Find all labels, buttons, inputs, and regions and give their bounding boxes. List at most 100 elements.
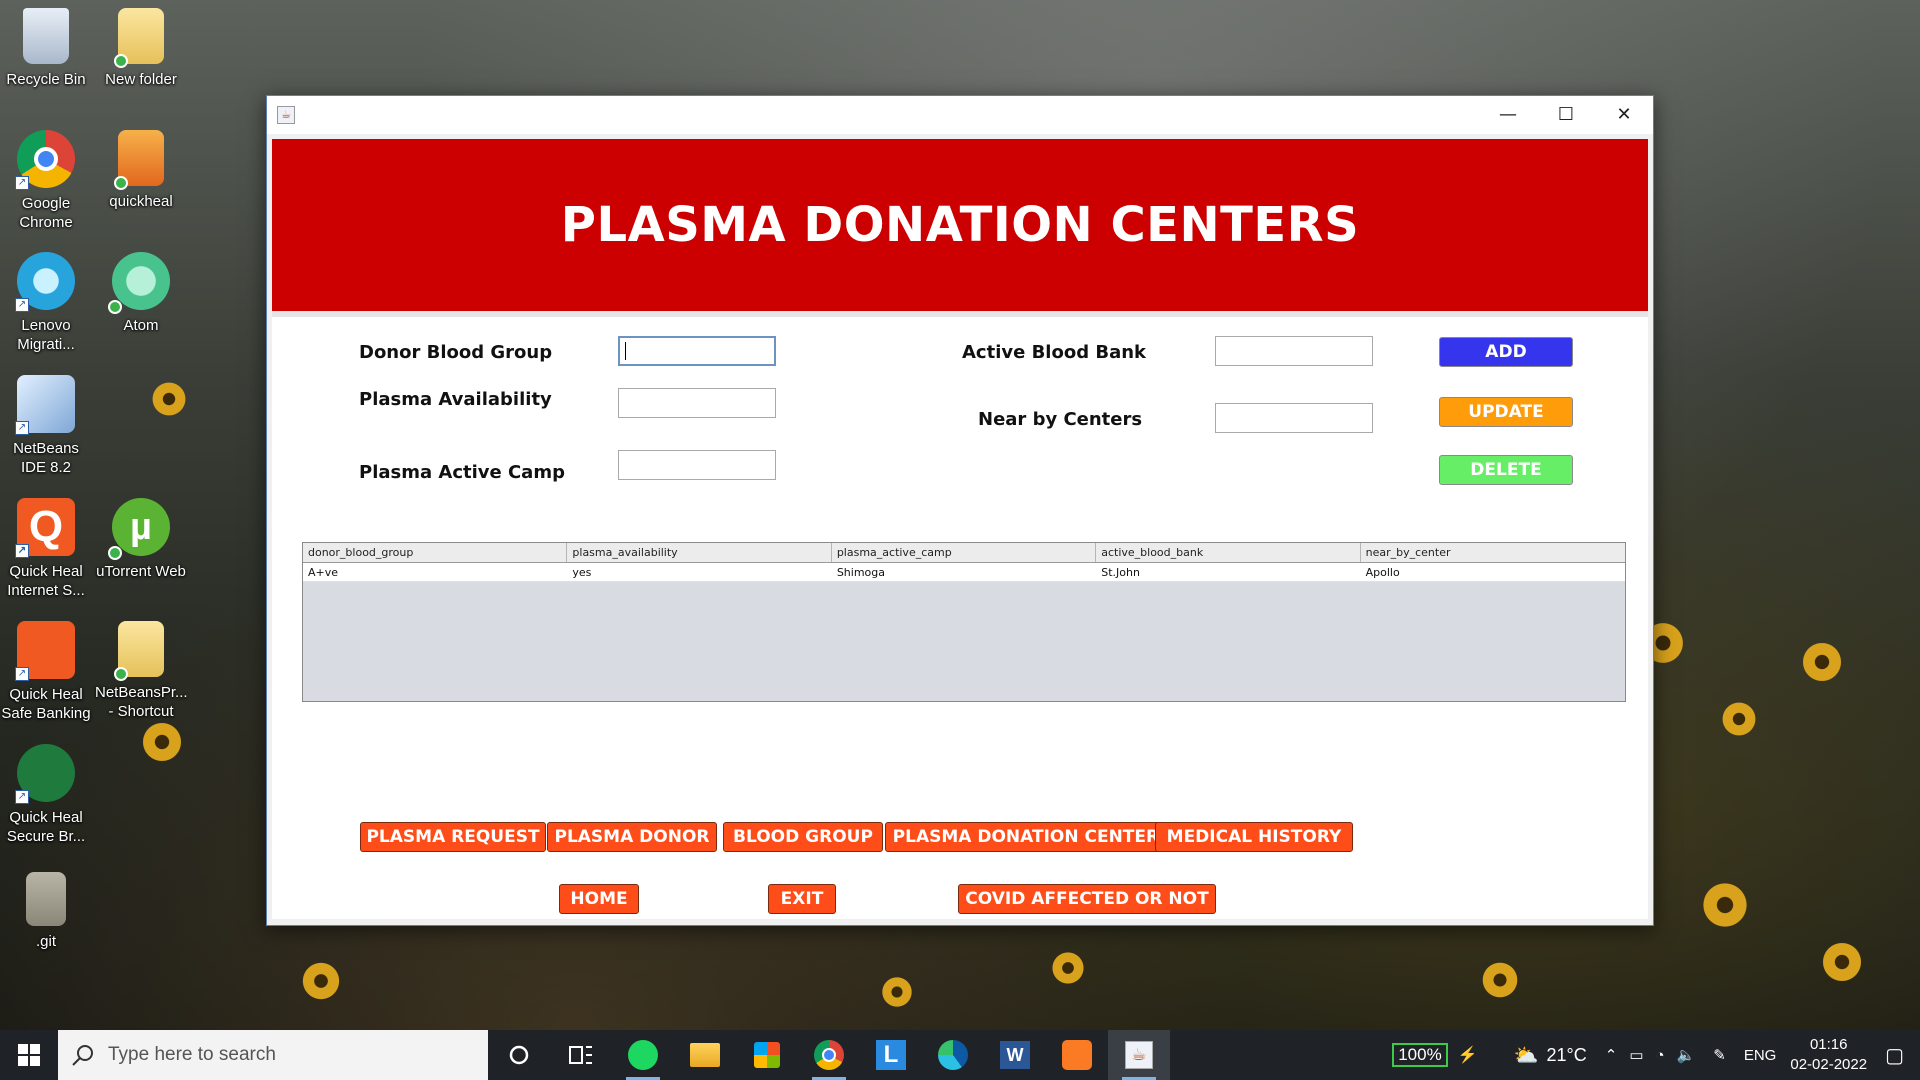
delete-button[interactable]: DELETE bbox=[1439, 455, 1573, 485]
column-header[interactable]: active_blood_bank bbox=[1096, 543, 1361, 562]
wallpaper-flower bbox=[1800, 640, 1844, 684]
charging-icon[interactable]: ⚡ bbox=[1458, 1045, 1478, 1065]
home-button[interactable]: HOME bbox=[559, 884, 639, 914]
search-icon bbox=[72, 1045, 93, 1066]
task-view-icon bbox=[569, 1046, 592, 1064]
cortana-icon bbox=[509, 1045, 529, 1065]
desktop-icon-quickheal-internet[interactable]: Q ↗ Quick Heal Internet S... bbox=[0, 498, 92, 600]
desktop-icon-quickheal-safe-banking[interactable]: ↗ Quick Heal Safe Banking bbox=[0, 621, 92, 723]
task-view-button[interactable] bbox=[550, 1030, 612, 1080]
desktop-icon-google-chrome[interactable]: ↗ Google Chrome bbox=[0, 130, 92, 232]
column-header[interactable]: donor_blood_group bbox=[303, 543, 568, 562]
clock[interactable]: 01:16 02-02-2022 bbox=[1790, 1035, 1867, 1075]
minimize-button[interactable]: — bbox=[1479, 96, 1537, 134]
desktop-icon-netbeans[interactable]: ↗ NetBeans IDE 8.2 bbox=[0, 375, 92, 477]
netbeans-icon: ↗ bbox=[15, 375, 75, 435]
recycle-bin-icon bbox=[23, 8, 69, 64]
git-folder-icon bbox=[26, 872, 66, 926]
wallpaper-flower bbox=[1820, 940, 1864, 984]
taskbar-l-app[interactable]: L bbox=[860, 1030, 922, 1080]
desktop-icon-quickheal[interactable]: quickheal bbox=[95, 130, 187, 211]
window-content: PLASMA DONATION CENTERS Donor Blood Grou… bbox=[272, 139, 1648, 919]
desktop-icon-label: Quick Heal Internet S... bbox=[7, 563, 85, 599]
add-button[interactable]: ADD bbox=[1439, 337, 1573, 367]
desktop-icon-atom[interactable]: Atom bbox=[95, 252, 187, 335]
desktop-icon-quickheal-secure-browser[interactable]: ↗ Quick Heal Secure Br... bbox=[0, 744, 92, 846]
quickheal-q-icon: Q ↗ bbox=[15, 498, 75, 558]
weather-icon[interactable]: ⛅ bbox=[1514, 1043, 1539, 1068]
table-cell: St.John bbox=[1101, 566, 1140, 579]
pen-icon[interactable]: ✎ bbox=[1713, 1046, 1726, 1064]
plasma-donor-button[interactable]: PLASMA DONOR bbox=[547, 822, 717, 852]
temperature[interactable]: 21°C bbox=[1547, 1045, 1587, 1066]
taskbar-file-explorer[interactable] bbox=[674, 1030, 736, 1080]
banner-divider bbox=[272, 311, 1648, 317]
plasma-request-button[interactable]: PLASMA REQUEST bbox=[360, 822, 546, 852]
battery-icon[interactable]: ▭ bbox=[1629, 1046, 1643, 1064]
taskbar-word[interactable]: W bbox=[984, 1030, 1046, 1080]
start-button[interactable] bbox=[0, 1030, 58, 1080]
desktop-icon-git[interactable]: .git bbox=[0, 872, 92, 951]
notification-icon[interactable]: ▢ bbox=[1885, 1043, 1904, 1068]
app-window: ☕ — ☐ ✕ PLASMA DONATION CENTERS Donor Bl… bbox=[266, 95, 1654, 926]
column-header[interactable]: plasma_active_camp bbox=[832, 543, 1097, 562]
java-app-icon: ☕ bbox=[277, 106, 295, 124]
wifi-icon[interactable]: ◔ bbox=[1656, 1047, 1665, 1064]
column-header[interactable]: plasma_availability bbox=[567, 543, 832, 562]
desktop-icon-label: Google Chrome bbox=[19, 195, 73, 231]
plasma-availability-label: Plasma Availability bbox=[359, 389, 552, 410]
near-by-centers-input[interactable] bbox=[1215, 403, 1373, 433]
maximize-button[interactable]: ☐ bbox=[1537, 96, 1595, 134]
language-indicator[interactable]: ENG bbox=[1744, 1047, 1777, 1064]
wallpaper-flower bbox=[140, 720, 184, 764]
lenovo-migration-icon: ↗ bbox=[15, 252, 75, 312]
taskbar-xampp[interactable] bbox=[1046, 1030, 1108, 1080]
volume-icon[interactable]: 🔈 bbox=[1677, 1046, 1696, 1064]
desktop-icon-utorrent[interactable]: µ uTorrent Web bbox=[95, 498, 187, 581]
plasma-active-camp-input[interactable] bbox=[618, 450, 776, 480]
taskbar-store[interactable] bbox=[736, 1030, 798, 1080]
active-blood-bank-input[interactable] bbox=[1215, 336, 1373, 366]
table-row[interactable]: A+ve yes Shimoga St.John Apollo bbox=[303, 563, 1625, 582]
blood-group-button[interactable]: BLOOD GROUP bbox=[723, 822, 883, 852]
desktop-icon-label: uTorrent Web bbox=[96, 563, 186, 580]
taskbar: Type here to search L W ☕ 100% ⚡ ⛅ 21°C … bbox=[0, 1030, 1920, 1080]
donor-blood-group-input[interactable] bbox=[618, 336, 776, 366]
desktop-icon-new-folder[interactable]: New folder bbox=[95, 8, 187, 89]
chevron-up-icon[interactable]: ⌃ bbox=[1605, 1046, 1618, 1064]
xampp-icon bbox=[1062, 1040, 1092, 1070]
close-button[interactable]: ✕ bbox=[1595, 96, 1653, 134]
taskbar-spotify[interactable] bbox=[612, 1030, 674, 1080]
search-placeholder: Type here to search bbox=[108, 1044, 276, 1065]
wallpaper-flower bbox=[1720, 700, 1758, 738]
file-explorer-icon bbox=[690, 1043, 720, 1067]
plasma-active-camp-label: Plasma Active Camp bbox=[359, 462, 565, 483]
covid-affected-button[interactable]: COVID AFFECTED OR NOT bbox=[958, 884, 1216, 914]
column-header[interactable]: near_by_center bbox=[1361, 543, 1625, 562]
table-cell: A+ve bbox=[308, 566, 339, 579]
donor-blood-group-label: Donor Blood Group bbox=[359, 342, 553, 363]
taskbar-search-box[interactable]: Type here to search bbox=[58, 1030, 488, 1080]
centers-table[interactable]: donor_blood_group plasma_availability pl… bbox=[302, 542, 1626, 702]
taskbar-edge[interactable] bbox=[922, 1030, 984, 1080]
clock-date: 02-02-2022 bbox=[1790, 1056, 1868, 1073]
plasma-donation-centers-button[interactable]: PLASMA DONATION CENTERS bbox=[885, 822, 1179, 852]
wallpaper-flower bbox=[1480, 960, 1520, 1000]
plasma-availability-input[interactable] bbox=[618, 388, 776, 418]
cortana-button[interactable] bbox=[488, 1030, 550, 1080]
taskbar-chrome[interactable] bbox=[798, 1030, 860, 1080]
desktop-icon-lenovo-migration[interactable]: ↗ Lenovo Migrati... bbox=[0, 252, 92, 354]
folder-icon bbox=[114, 621, 164, 681]
taskbar-java-app[interactable]: ☕ bbox=[1108, 1030, 1170, 1080]
windows-icon bbox=[18, 1044, 40, 1066]
wallpaper-flower bbox=[150, 380, 188, 418]
window-titlebar[interactable]: ☕ — ☐ ✕ bbox=[267, 96, 1653, 134]
exit-button[interactable]: EXIT bbox=[768, 884, 836, 914]
desktop-icon-netbeans-projects[interactable]: NetBeansPr... - Shortcut bbox=[95, 621, 188, 721]
battery-percentage[interactable]: 100% bbox=[1392, 1043, 1448, 1067]
update-button[interactable]: UPDATE bbox=[1439, 397, 1573, 427]
quickheal-folder-icon bbox=[114, 130, 164, 190]
desktop-icon-label: New folder bbox=[105, 71, 177, 88]
desktop-icon-recycle-bin[interactable]: Recycle Bin bbox=[0, 8, 92, 89]
medical-history-button[interactable]: MEDICAL HISTORY bbox=[1155, 822, 1353, 852]
